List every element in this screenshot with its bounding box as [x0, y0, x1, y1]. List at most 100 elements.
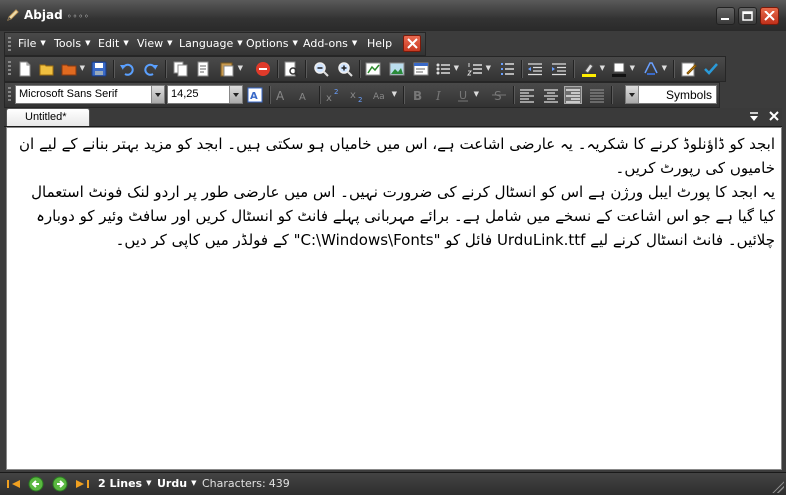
copy-button[interactable]: [173, 61, 189, 77]
list-window-icon: [413, 62, 429, 76]
underline-icon: U: [458, 89, 468, 102]
symbols-select[interactable]: Symbols: [625, 85, 717, 104]
paste-button[interactable]: ▼: [219, 61, 243, 77]
svg-text:x: x: [326, 93, 332, 103]
bullets-button[interactable]: ▼: [435, 61, 459, 77]
menu-tools[interactable]: Tools ▼: [54, 37, 91, 50]
grow-font-button[interactable]: A: [275, 87, 291, 103]
bold-button[interactable]: B: [409, 87, 425, 103]
highlight-color-button[interactable]: ▼: [581, 61, 605, 77]
subscript-button[interactable]: x2: [349, 87, 365, 103]
numbering-button[interactable]: ▼: [467, 61, 491, 77]
menu-file[interactable]: File ▼: [18, 37, 46, 50]
cut-button[interactable]: [195, 61, 211, 77]
superscript-button[interactable]: x2: [325, 87, 341, 103]
insert-chart-button[interactable]: [365, 61, 381, 77]
edit-button[interactable]: [681, 61, 697, 77]
image-icon: [389, 62, 405, 76]
document-cut-icon: [197, 61, 209, 77]
decrease-indent-button[interactable]: [527, 61, 543, 77]
highlighter-icon: [582, 63, 596, 77]
svg-text:Aa: Aa: [373, 92, 385, 102]
subscript-icon: x2: [350, 90, 362, 103]
background-color-button[interactable]: ▼: [611, 61, 635, 77]
tab-untitled[interactable]: Untitled*: [6, 108, 90, 126]
zoom-out-button[interactable]: [313, 61, 329, 77]
editor-paragraph[interactable]: یہ ابجد کا پورٹ ایبل ورژن ہے اس کو انسٹا…: [11, 180, 775, 252]
tab-list-dropdown-icon[interactable]: [748, 111, 760, 123]
undo-icon: [120, 63, 134, 76]
resize-grip[interactable]: [772, 481, 784, 493]
maximize-icon: [742, 11, 753, 21]
chevron-down-icon: ▼: [485, 64, 491, 72]
menu-edit[interactable]: Edit ▼: [98, 37, 129, 50]
editor-paragraph[interactable]: ابجد کو ڈاؤنلوڈ کرنے کا شکریہ۔ یہ عارضی …: [11, 132, 775, 180]
insert-image-button[interactable]: [389, 61, 405, 77]
zoom-in-button[interactable]: [337, 61, 353, 77]
close-tab-icon[interactable]: [768, 110, 780, 122]
previous-page-icon[interactable]: [28, 476, 44, 492]
case-button[interactable]: Aa ▼: [373, 87, 397, 103]
app-window: Abjad ◦◦◦◦ File ▼ Tools ▼ Edit ▼ View ▼ Lang…: [0, 0, 786, 495]
underline-button[interactable]: U ▼: [455, 87, 479, 103]
menu-help[interactable]: Help: [367, 37, 392, 50]
strikethrough-button[interactable]: S: [491, 87, 507, 103]
title-bar[interactable]: Abjad ◦◦◦◦: [0, 0, 786, 31]
toolbar-grip[interactable]: [8, 37, 11, 51]
align-left-icon: [520, 89, 534, 103]
toolbar-separator: [573, 60, 575, 78]
minimize-icon: [721, 18, 729, 20]
undo-button[interactable]: [119, 61, 135, 77]
align-center-button[interactable]: [543, 87, 559, 103]
maximize-button[interactable]: [738, 7, 757, 25]
close-window-button[interactable]: [760, 7, 779, 25]
italic-button[interactable]: I: [431, 87, 447, 103]
new-document-button[interactable]: [17, 61, 33, 77]
menu-bar: File ▼ Tools ▼ Edit ▼ View ▼ Language ▼ Optio…: [4, 32, 426, 56]
svg-text:2: 2: [334, 88, 338, 96]
font-dialog-button[interactable]: A: [247, 87, 263, 103]
align-left-button[interactable]: [519, 87, 535, 103]
svg-text:B: B: [413, 89, 422, 103]
menu-language[interactable]: Language ▼: [179, 37, 243, 50]
last-page-icon[interactable]: [74, 476, 90, 492]
first-page-icon[interactable]: [6, 476, 22, 492]
toolbar-grip[interactable]: [8, 61, 11, 75]
spell-check-button[interactable]: [703, 61, 719, 77]
font-color-button[interactable]: ▼: [643, 61, 667, 77]
language-dropdown[interactable]: Urdu ▼: [157, 477, 196, 490]
align-right-button[interactable]: [564, 86, 582, 104]
justify-button[interactable]: [589, 87, 605, 103]
toolbar-separator: [611, 86, 613, 104]
font-name-select[interactable]: Microsoft Sans Serif: [15, 85, 165, 104]
bold-icon: B: [413, 89, 422, 103]
shrink-font-button[interactable]: A: [297, 87, 313, 103]
chevron-down-icon: ▼: [473, 90, 479, 98]
menu-view[interactable]: View ▼: [137, 37, 173, 50]
text-editor[interactable]: ابجد کو ڈاؤنلوڈ کرنے کا شکریہ۔ یہ عارضی …: [6, 127, 782, 470]
font-size-select[interactable]: 14,25: [167, 85, 243, 104]
toolbar-separator: [513, 86, 515, 104]
svg-text:U: U: [459, 89, 467, 102]
open-folder-button[interactable]: [39, 61, 55, 77]
save-button[interactable]: [91, 61, 107, 77]
toolbar-grip[interactable]: [8, 87, 11, 101]
redo-button[interactable]: [143, 61, 159, 77]
open-recent-button[interactable]: ▼: [61, 61, 85, 77]
minimize-button[interactable]: [716, 7, 735, 25]
close-menubar-button[interactable]: [403, 35, 421, 52]
multilevel-list-button[interactable]: [499, 61, 515, 77]
toolbar-separator: [359, 60, 361, 78]
line-count-dropdown[interactable]: 2 Lines ▼: [98, 477, 152, 490]
menu-options[interactable]: Options ▼: [246, 37, 298, 50]
increase-indent-button[interactable]: [551, 61, 567, 77]
stop-button[interactable]: [255, 61, 271, 77]
find-document-button[interactable]: [283, 61, 299, 77]
properties-button[interactable]: [413, 61, 429, 77]
editor-content[interactable]: ابجد کو ڈاؤنلوڈ کرنے کا شکریہ۔ یہ عارضی …: [11, 132, 775, 252]
toolbar-separator: [673, 60, 675, 78]
next-page-icon[interactable]: [52, 476, 68, 492]
menu-addons[interactable]: Add-ons ▼: [303, 37, 357, 50]
main-toolbar: ▼ ▼ ▼ ▼ ▼ ▼ ▼: [4, 56, 726, 82]
paste-icon: [220, 62, 234, 77]
